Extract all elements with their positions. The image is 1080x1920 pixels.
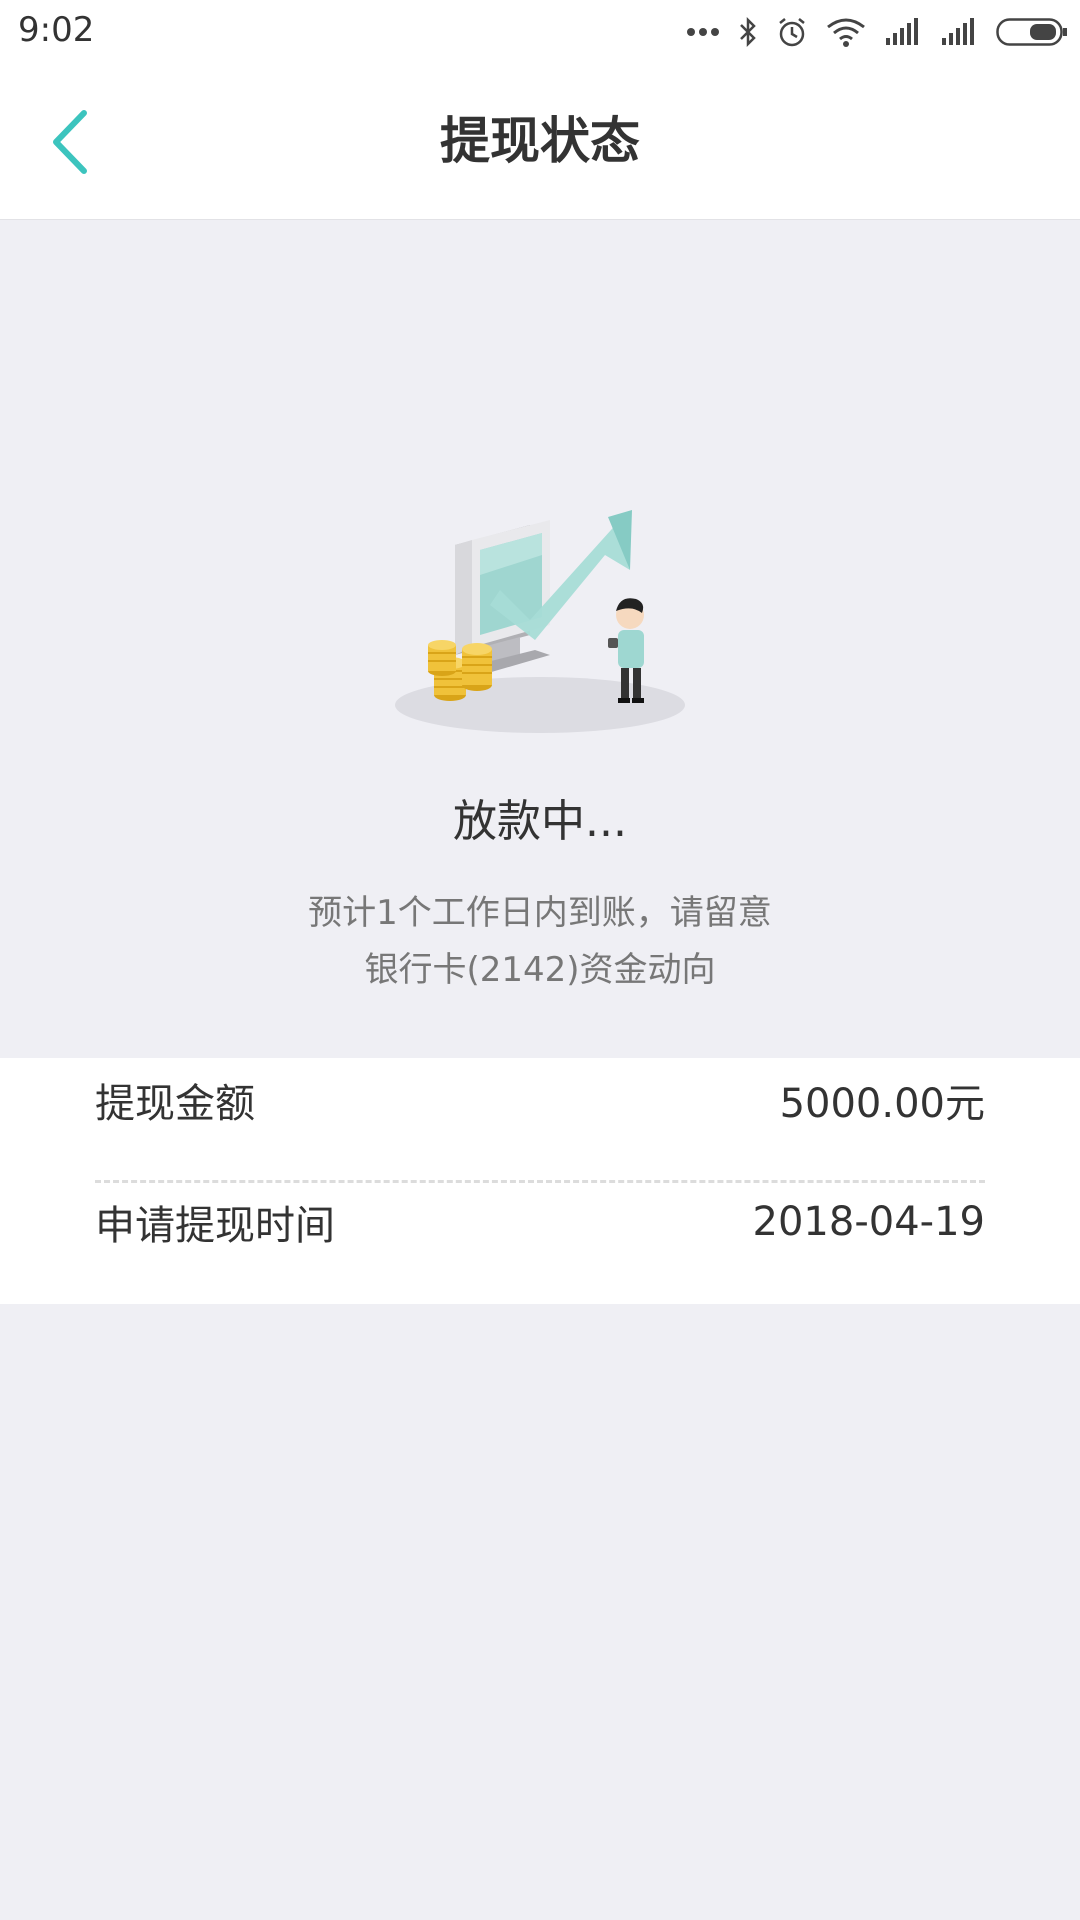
signal-icon xyxy=(884,18,922,46)
status-title: 放款中... xyxy=(453,796,627,847)
chevron-left-icon xyxy=(48,109,92,179)
amount-label: 提现金额 xyxy=(95,1081,255,1127)
status-bar: 9:02 xyxy=(0,0,1080,64)
more-dots-icon xyxy=(686,26,720,38)
status-description-line2: 银行卡(2142)资金动向 xyxy=(364,950,716,990)
status-area: 放款中... 预计1个工作日内到账，请留意 银行卡(2142)资金动向 xyxy=(0,220,1080,1058)
back-button[interactable] xyxy=(30,104,110,184)
nav-bar: 提现状态 xyxy=(0,64,1080,220)
status-time: 9:02 xyxy=(18,10,95,50)
wifi-icon xyxy=(826,17,866,47)
withdrawal-details-card: 提现金额 5000.00元 申请提现时间 2018-04-19 xyxy=(0,1058,1080,1304)
status-icons xyxy=(686,12,1068,52)
bluetooth-icon xyxy=(738,16,758,48)
withdrawal-processing-illustration xyxy=(380,495,700,745)
alarm-icon xyxy=(776,16,808,48)
date-row: 申请提现时间 2018-04-19 xyxy=(95,1182,985,1262)
screen: 9:02 提现状态 放款中... 预计1个工作日内到账，请留意 银行卡(2142… xyxy=(0,0,1080,1920)
amount-row: 提现金额 5000.00元 xyxy=(95,1060,985,1140)
date-value: 2018-04-19 xyxy=(752,1199,985,1245)
signal-icon xyxy=(940,18,978,46)
battery-icon xyxy=(996,18,1068,46)
amount-value: 5000.00元 xyxy=(779,1081,985,1127)
date-label: 申请提现时间 xyxy=(95,1203,335,1249)
status-description-line1: 预计1个工作日内到账，请留意 xyxy=(308,893,772,933)
page-title: 提现状态 xyxy=(440,112,640,170)
